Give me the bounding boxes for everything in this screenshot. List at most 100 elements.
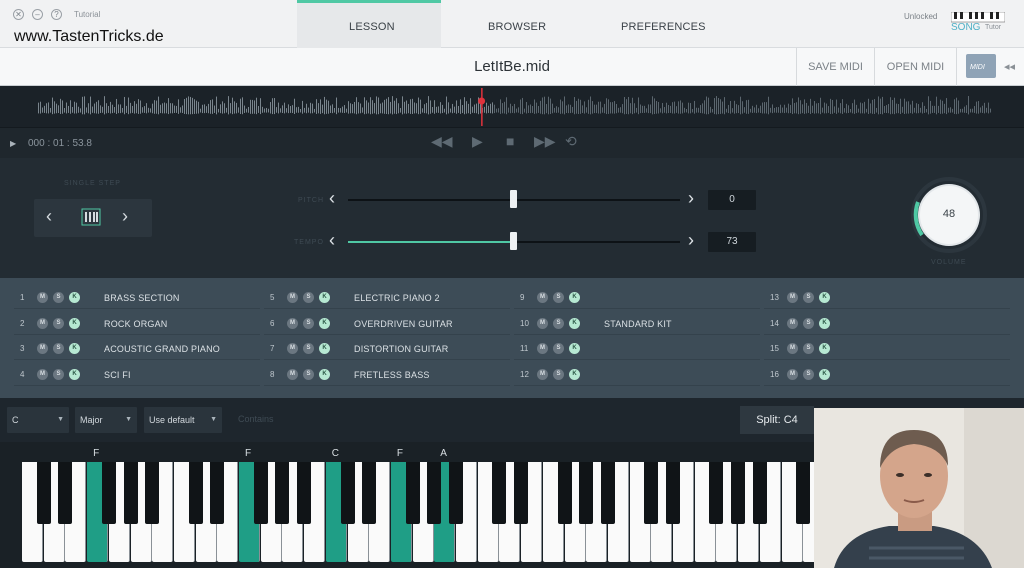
track-solo-button[interactable]: S — [303, 343, 314, 354]
track-keys-button[interactable]: K — [569, 292, 580, 303]
scale-select[interactable]: Major ▼ — [75, 407, 137, 433]
stop-icon[interactable]: ■ — [506, 133, 514, 149]
step-back-icon[interactable]: ‹ — [46, 206, 52, 227]
piano-black-key[interactable] — [123, 462, 138, 524]
track-mute-button[interactable]: M — [537, 343, 548, 354]
track-keys-button[interactable]: K — [319, 292, 330, 303]
piano-black-key[interactable] — [579, 462, 594, 524]
track-solo-button[interactable]: S — [553, 292, 564, 303]
track-keys-button[interactable]: K — [69, 317, 80, 329]
piano-black-key[interactable] — [253, 462, 268, 524]
piano-black-key[interactable] — [492, 462, 507, 524]
piano-black-key[interactable] — [427, 462, 442, 524]
piano-black-key[interactable] — [36, 462, 51, 524]
track-solo-button[interactable]: S — [553, 368, 564, 380]
track-solo-button[interactable]: S — [803, 292, 814, 303]
track-mute-button[interactable]: M — [287, 292, 298, 303]
track-keys-button[interactable]: K — [569, 368, 580, 380]
track-solo-button[interactable]: S — [303, 317, 314, 329]
piano-black-key[interactable] — [188, 462, 203, 524]
track-mute-button[interactable]: M — [787, 317, 798, 329]
piano-black-key[interactable] — [514, 462, 529, 524]
track-solo-button[interactable]: S — [803, 343, 814, 354]
split-button[interactable]: Split: C4 — [740, 406, 814, 434]
piano-black-key[interactable] — [340, 462, 355, 524]
piano-black-key[interactable] — [796, 462, 811, 524]
minimize-icon[interactable]: – — [32, 9, 43, 20]
collapse-icon[interactable]: ◂◂ — [1004, 60, 1015, 73]
tempo-thumb[interactable] — [510, 232, 517, 250]
fingering-select[interactable]: Use default ▼ — [144, 407, 222, 433]
piano-black-key[interactable] — [405, 462, 420, 524]
tempo-value[interactable]: 73 — [708, 232, 756, 252]
fast-forward-icon[interactable]: ▶▶ — [534, 133, 556, 150]
track-solo-button[interactable]: S — [553, 317, 564, 329]
piano-black-key[interactable] — [644, 462, 659, 524]
rewind-icon[interactable]: ◀◀ — [431, 133, 453, 150]
track-solo-button[interactable]: S — [53, 292, 64, 303]
piano-black-key[interactable] — [145, 462, 160, 524]
track-keys-button[interactable]: K — [69, 368, 80, 380]
track-keys-button[interactable]: K — [319, 317, 330, 329]
play-icon[interactable]: ▶ — [472, 133, 483, 150]
piano-black-key[interactable] — [275, 462, 290, 524]
track-mute-button[interactable]: M — [537, 317, 548, 329]
track-row[interactable] — [764, 311, 1010, 335]
track-mute-button[interactable]: M — [287, 317, 298, 329]
track-keys-button[interactable]: K — [819, 292, 830, 303]
playhead-marker[interactable] — [478, 97, 486, 105]
track-row[interactable] — [514, 362, 760, 386]
piano-black-key[interactable] — [449, 462, 463, 524]
track-solo-button[interactable]: S — [303, 292, 314, 303]
step-keys-icon[interactable] — [81, 208, 101, 226]
piano-black-key[interactable] — [101, 462, 116, 524]
piano-black-key[interactable] — [709, 462, 724, 524]
track-solo-button[interactable]: S — [53, 368, 64, 380]
pitch-thumb[interactable] — [510, 190, 517, 208]
track-row[interactable] — [764, 362, 1010, 386]
track-solo-button[interactable]: S — [303, 368, 314, 380]
play-small-icon[interactable]: ▶ — [10, 139, 16, 148]
track-keys-button[interactable]: K — [819, 368, 830, 380]
tab-browser[interactable]: BROWSER — [488, 21, 546, 33]
track-keys-button[interactable]: K — [819, 343, 830, 354]
tempo-up-icon[interactable]: › — [688, 230, 694, 251]
track-row[interactable] — [14, 362, 260, 386]
track-row[interactable] — [514, 285, 760, 309]
track-keys-button[interactable]: K — [69, 343, 80, 354]
track-mute-button[interactable]: M — [37, 343, 48, 354]
piano-black-key[interactable] — [362, 462, 377, 524]
tempo-down-icon[interactable]: ‹ — [329, 230, 335, 251]
step-forward-icon[interactable]: › — [122, 206, 128, 227]
tab-lesson[interactable]: LESSON — [349, 21, 395, 33]
track-keys-button[interactable]: K — [569, 317, 580, 329]
pitch-up-icon[interactable]: › — [688, 188, 694, 209]
track-mute-button[interactable]: M — [537, 368, 548, 380]
track-keys-button[interactable]: K — [319, 343, 330, 354]
piano-black-key[interactable] — [600, 462, 615, 524]
piano-black-key[interactable] — [557, 462, 572, 524]
track-mute-button[interactable]: M — [787, 343, 798, 354]
piano-black-key[interactable] — [58, 462, 73, 524]
track-mute-button[interactable]: M — [787, 368, 798, 380]
help-icon[interactable]: ? — [51, 9, 62, 20]
waveform-timeline[interactable] — [0, 86, 1024, 128]
track-solo-button[interactable]: S — [53, 317, 64, 329]
track-row[interactable] — [514, 336, 760, 360]
track-mute-button[interactable]: M — [787, 292, 798, 303]
track-solo-button[interactable]: S — [553, 343, 564, 354]
track-keys-button[interactable]: K — [69, 292, 80, 303]
track-row[interactable] — [764, 285, 1010, 309]
loop-icon[interactable]: ⟲ — [565, 133, 577, 150]
piano-black-key[interactable] — [210, 462, 225, 524]
track-keys-button[interactable]: K — [319, 368, 330, 380]
track-keys-button[interactable]: K — [819, 317, 830, 329]
open-midi-button[interactable]: OPEN MIDI — [874, 48, 956, 86]
track-keys-button[interactable]: K — [569, 343, 580, 354]
track-mute-button[interactable]: M — [287, 368, 298, 380]
track-solo-button[interactable]: S — [803, 317, 814, 329]
pitch-value[interactable]: 0 — [708, 190, 756, 210]
track-mute-button[interactable]: M — [37, 292, 48, 303]
track-row[interactable] — [764, 336, 1010, 360]
key-select[interactable]: C ▼ — [7, 407, 69, 433]
